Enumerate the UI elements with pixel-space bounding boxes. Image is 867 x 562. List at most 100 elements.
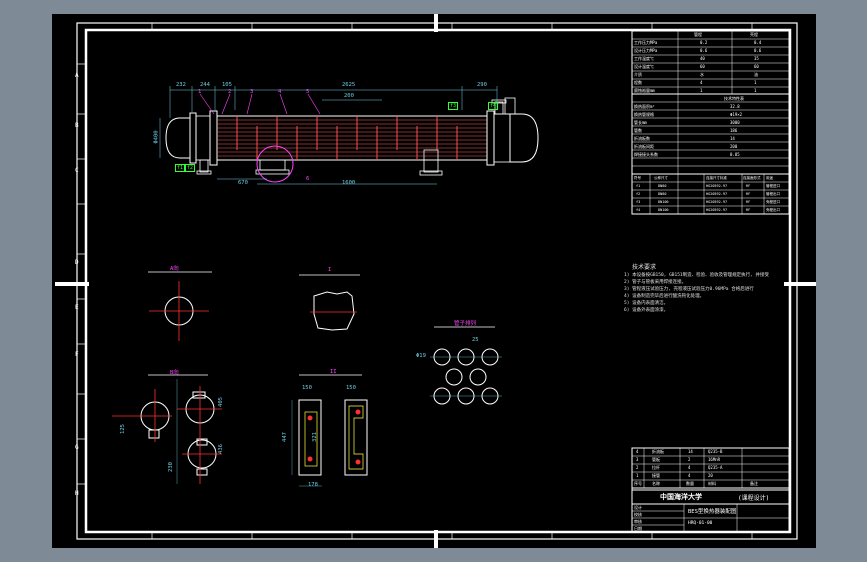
nozzle-h4: 连接面形式 — [743, 176, 761, 180]
design-row-3-label: 工作温度℃ — [634, 56, 654, 61]
dim-125: 125 — [119, 424, 126, 434]
design-row-2-label: 设计压力MPa — [634, 48, 658, 53]
dim-436: 436 — [217, 444, 224, 454]
nozzle-r2-c5: 管程出口 — [766, 192, 780, 196]
nozzle-r3-c5: 壳程进口 — [766, 200, 780, 204]
design-header-3: 壳程 — [750, 32, 758, 37]
dim-phi19: Φ19 — [416, 353, 426, 359]
note-line-2: 2) 管子与管板采用焊接连接。 — [624, 280, 687, 285]
zone-letter-e: E — [75, 304, 79, 311]
project-label: (课程设计) — [738, 495, 770, 502]
part-r2-mat: 16MnR — [708, 457, 721, 462]
design-table: 管程 壳程 工作压力MPa 0.2 0.4 设计压力MPa 0.6 0.6 工作… — [632, 31, 789, 214]
zone-letter-b: B — [75, 122, 79, 129]
dim-290: 290 — [477, 82, 487, 88]
part-r2-qty: 2 — [688, 457, 691, 462]
design-row-3-b: 35 — [754, 56, 759, 61]
callout-6: 6 — [306, 176, 310, 182]
design-row-5-b: 油 — [754, 72, 758, 77]
zone-letter-c: C — [75, 167, 79, 174]
tb-row-design: 设计 — [634, 505, 642, 510]
dim-321: 321 — [311, 432, 318, 442]
part-r1-name: 折流板 — [652, 449, 664, 454]
nozzle-r4-c3: HG20592-97 — [706, 208, 728, 212]
note-line-6: 6) 设备外表面涂漆。 — [624, 308, 669, 313]
tb-row-date: 日期 — [634, 526, 642, 531]
dim-25: 25 — [472, 337, 479, 343]
notes-heading: 技术要求 — [632, 264, 657, 271]
design-row-1-a: 0.2 — [700, 40, 708, 45]
dim-150b: 150 — [346, 385, 356, 391]
nozzle-r1-c3: HG20592-97 — [706, 184, 728, 188]
tb-row-check: 校核 — [634, 512, 642, 517]
nozzle-tag-f1: f1 — [175, 164, 186, 172]
zone-letter-a: A — [75, 72, 79, 79]
nozzle-r2-c3: HG20592-97 — [706, 192, 728, 196]
nozzle-tag-f2: f2 — [185, 164, 196, 172]
parts-h-mat: 材料 — [708, 481, 716, 486]
part-r3-qty: 4 — [688, 465, 691, 470]
callout-1: 1 — [198, 89, 202, 95]
part-r3-mat: Q235-A — [708, 465, 723, 470]
nozzle-r1-c4: RF — [746, 184, 751, 188]
design-s2-2-label: 换热管规格 — [634, 112, 654, 117]
dim-447: 447 — [281, 432, 288, 442]
design-row-5-label: 介质 — [634, 72, 642, 77]
part-r3-name: 拉杆 — [652, 465, 660, 470]
zone-letter-h: H — [75, 490, 79, 497]
school-name: 中国海洋大学 — [660, 493, 702, 501]
dim-2625: 2625 — [342, 82, 356, 88]
part-r1-no: 4 — [636, 449, 639, 454]
exchanger-main-view — [159, 86, 539, 185]
detail-ii-drawing — [291, 374, 368, 487]
parts-list: 4 折流板 14 Q235-B 3 管板 2 16MnR 2 拉杆 4 Q235… — [632, 448, 789, 490]
design-row-6-label: 程数 — [634, 80, 642, 85]
dim-diameter: Φ400 — [153, 130, 160, 144]
design-s2-6-val: 200 — [730, 144, 738, 149]
note-line-1: 1) 本设备按GB150, GB151制造、检验、验收及管理规定执行, 并接受 — [624, 273, 770, 278]
nozzle-r2-c4: RF — [746, 192, 751, 196]
tube-layout-title: 管子排列 — [454, 321, 477, 327]
design-row-7-a: 1 — [700, 88, 703, 93]
design-row-1-b: 0.4 — [754, 40, 762, 45]
title-block: 中国海洋大学 (课程设计) BES型换热器装配图 HRQ-01-00 设计 校核… — [632, 490, 789, 532]
view-a-title: A向 — [170, 266, 179, 272]
parts-h-no: 序号 — [634, 481, 642, 486]
part-r4-name: 接管 — [652, 473, 660, 478]
parts-h-note: 备注 — [750, 481, 758, 486]
nozzle-r1-c1: f1 — [636, 184, 641, 188]
design-s2-5-val: 14 — [730, 136, 735, 141]
zone-letter-f: F — [75, 351, 79, 358]
nozzle-r4-c4: RF — [746, 208, 751, 212]
part-r2-name: 管板 — [652, 457, 660, 462]
note-line-3: 3) 管程液压试验压力, 壳程液压试验压力0.96MPa 合格后进行 — [624, 287, 754, 292]
design-s2-7-val: 0.85 — [730, 152, 740, 157]
nozzle-r3-c3: HG20592-97 — [706, 200, 728, 204]
nozzle-h5: 用途 — [766, 176, 773, 180]
callout-4: 4 — [278, 89, 282, 95]
design-row-6-a: 4 — [700, 80, 703, 85]
parts-h-qty: 数量 — [686, 481, 694, 486]
nozzle-r3-c1: f3 — [636, 200, 641, 204]
design-row-1-label: 工作压力MPa — [634, 40, 658, 45]
note-line-5: 5) 设备内表面清洁。 — [624, 301, 669, 306]
nozzle-tag-f4: f4 — [488, 102, 499, 110]
part-r3-no: 2 — [636, 465, 639, 470]
dim-150: 150 — [302, 385, 312, 391]
zone-letter-d: D — [75, 259, 79, 266]
view-a-drawing — [148, 271, 212, 341]
parts-h-name: 名称 — [652, 481, 660, 486]
dim-232: 232 — [176, 82, 186, 88]
part-r2-no: 3 — [636, 457, 639, 462]
design-row-5-a: 水 — [700, 72, 704, 77]
design-s2-1-label: 换热面积m² — [634, 104, 655, 109]
callout-3: 3 — [250, 89, 254, 95]
design-row-4-label: 设计温度℃ — [634, 64, 654, 69]
nozzle-r4-c5: 壳程出口 — [766, 208, 780, 212]
dim-105: 105 — [222, 82, 232, 88]
detail-i-drawing — [299, 274, 360, 331]
design-s2-2-val: Φ19×2 — [730, 112, 743, 117]
nozzle-r1-c5: 管程进口 — [766, 184, 780, 188]
dim-178: 178 — [308, 482, 318, 488]
design-s2-7-label: 焊接接头系数 — [634, 152, 658, 157]
